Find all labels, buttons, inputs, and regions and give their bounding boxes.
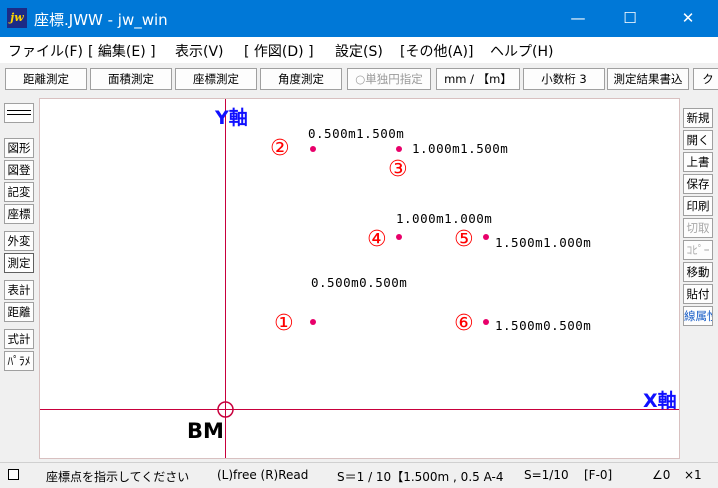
status-bar: 座標点を指示してください (L)free (R)Read S＝1 / 10【1.… <box>0 462 718 488</box>
open-file-button[interactable]: 開く <box>683 130 713 150</box>
coordinate-measure-button[interactable]: 座標測定 <box>175 68 257 90</box>
point-coord-6: 1.500m0.500m <box>495 318 592 333</box>
tool-table-calc[interactable]: 表計 <box>4 280 34 300</box>
maximize-button[interactable]: ☐ <box>606 0 654 37</box>
menu-edit[interactable]: [ 編集(E) ] <box>88 41 156 61</box>
point-coord-2: 0.500m1.500m <box>308 126 405 141</box>
write-result-button[interactable]: 測定結果書込 <box>607 68 689 90</box>
point-marker-1: ① <box>274 311 294 336</box>
tool-figure-register[interactable]: 図登 <box>4 160 34 180</box>
line-style-icon <box>7 110 31 111</box>
point-marker-6: ⑥ <box>454 311 474 336</box>
x-axis-label: X軸 <box>643 390 677 412</box>
window-title: 座標.JWW - jw_win <box>34 11 168 29</box>
save-button[interactable]: 保存 <box>683 174 713 194</box>
point-coord-3: 1.000m1.500m <box>412 141 509 156</box>
tool-formula-calc[interactable]: 式計 <box>4 329 34 349</box>
point-4[interactable] <box>396 234 402 240</box>
single-arc-button[interactable]: ○単独円指定 <box>347 68 431 90</box>
point-1[interactable] <box>310 319 316 325</box>
line-style-selector[interactable] <box>4 103 34 123</box>
distance-measure-button[interactable]: 距離測定 <box>5 68 87 90</box>
point-marker-3: ③ <box>388 157 408 182</box>
new-file-button[interactable]: 新規 <box>683 108 713 128</box>
status-layer[interactable]: [F-0] <box>584 468 612 482</box>
tool-coordinate[interactable]: 座標 <box>4 204 34 224</box>
point-coord-5: 1.500m1.000m <box>495 235 592 250</box>
bm-label: BM <box>187 419 224 443</box>
overwrite-button[interactable]: 上書 <box>683 152 713 172</box>
tool-figure[interactable]: 図形 <box>4 138 34 158</box>
menu-help[interactable]: ヘルプ(H) <box>490 41 553 61</box>
print-button[interactable]: 印刷 <box>683 196 713 216</box>
drawing-canvas[interactable]: Y軸 X軸 BM ① 0.500m0.500m ② 0.500m1.500m ③… <box>39 98 680 459</box>
tool-measure[interactable]: 測定 <box>4 253 34 273</box>
close-button[interactable]: ✕ <box>664 0 712 37</box>
point-3[interactable] <box>396 146 402 152</box>
paste-button[interactable]: 貼付 <box>683 284 713 304</box>
menu-draw[interactable]: [ 作図(D) ] <box>244 41 314 61</box>
menu-bar: ファイル(F) [ 編集(E) ] 表示(V) [ 作図(D) ] 設定(S) … <box>0 37 718 63</box>
point-2[interactable] <box>310 146 316 152</box>
point-marker-5: ⑤ <box>454 227 474 252</box>
toolbar-overflow-button[interactable]: ク <box>693 68 718 90</box>
y-axis-label: Y軸 <box>215 107 248 129</box>
bm-origin-icon <box>217 401 234 418</box>
title-bar: jw 座標.JWW - jw_win — ☐ ✕ <box>0 0 718 37</box>
status-angle[interactable]: ∠0 <box>652 468 670 482</box>
menu-view[interactable]: 表示(V) <box>175 41 224 61</box>
point-5[interactable] <box>483 234 489 240</box>
point-coord-4: 1.000m1.000m <box>396 211 493 226</box>
status-zoom[interactable]: ×1 <box>684 468 702 482</box>
menu-file[interactable]: ファイル(F) <box>8 41 83 61</box>
status-message: 座標点を指示してください <box>46 470 190 484</box>
point-marker-4: ④ <box>367 227 387 252</box>
point-6[interactable] <box>483 319 489 325</box>
line-attribute-button[interactable]: 線属性 <box>683 306 713 326</box>
copy-button[interactable]: ｺﾋﾟｰ <box>683 240 713 260</box>
unit-toggle-button[interactable]: mm / 【m】 <box>436 68 520 90</box>
decimal-places-button[interactable]: 小数桁 3 <box>523 68 605 90</box>
point-coord-1: 0.500m0.500m <box>311 275 408 290</box>
point-marker-2: ② <box>270 136 290 161</box>
minimize-button[interactable]: — <box>554 0 602 37</box>
menu-other[interactable]: [その他(A)] <box>400 41 473 61</box>
tool-distance[interactable]: 距離 <box>4 302 34 322</box>
tool-external-change[interactable]: 外変 <box>4 231 34 251</box>
status-scale-info[interactable]: S＝1 / 10【1.500m , 0.5 A-4 <box>337 468 504 485</box>
move-button[interactable]: 移動 <box>683 262 713 282</box>
measure-toolbar: 距離測定 面積測定 座標測定 角度測定 ○単独円指定 mm / 【m】 小数桁 … <box>0 64 718 96</box>
area-measure-button[interactable]: 面積測定 <box>90 68 172 90</box>
status-mouse-mode: (L)free (R)Read <box>217 468 309 482</box>
tool-symbol-change[interactable]: 記変 <box>4 182 34 202</box>
tool-parameter[interactable]: ﾊﾟﾗﾒ <box>4 351 34 371</box>
line-style-icon-lower <box>7 114 31 115</box>
menu-settings[interactable]: 設定(S) <box>335 41 383 61</box>
app-icon: jw <box>7 8 27 28</box>
angle-measure-button[interactable]: 角度測定 <box>260 68 342 90</box>
status-scale[interactable]: S=1/10 <box>524 468 569 482</box>
cut-button[interactable]: 切取 <box>683 218 713 238</box>
status-checkbox[interactable] <box>8 469 19 480</box>
x-axis-line <box>40 409 679 410</box>
